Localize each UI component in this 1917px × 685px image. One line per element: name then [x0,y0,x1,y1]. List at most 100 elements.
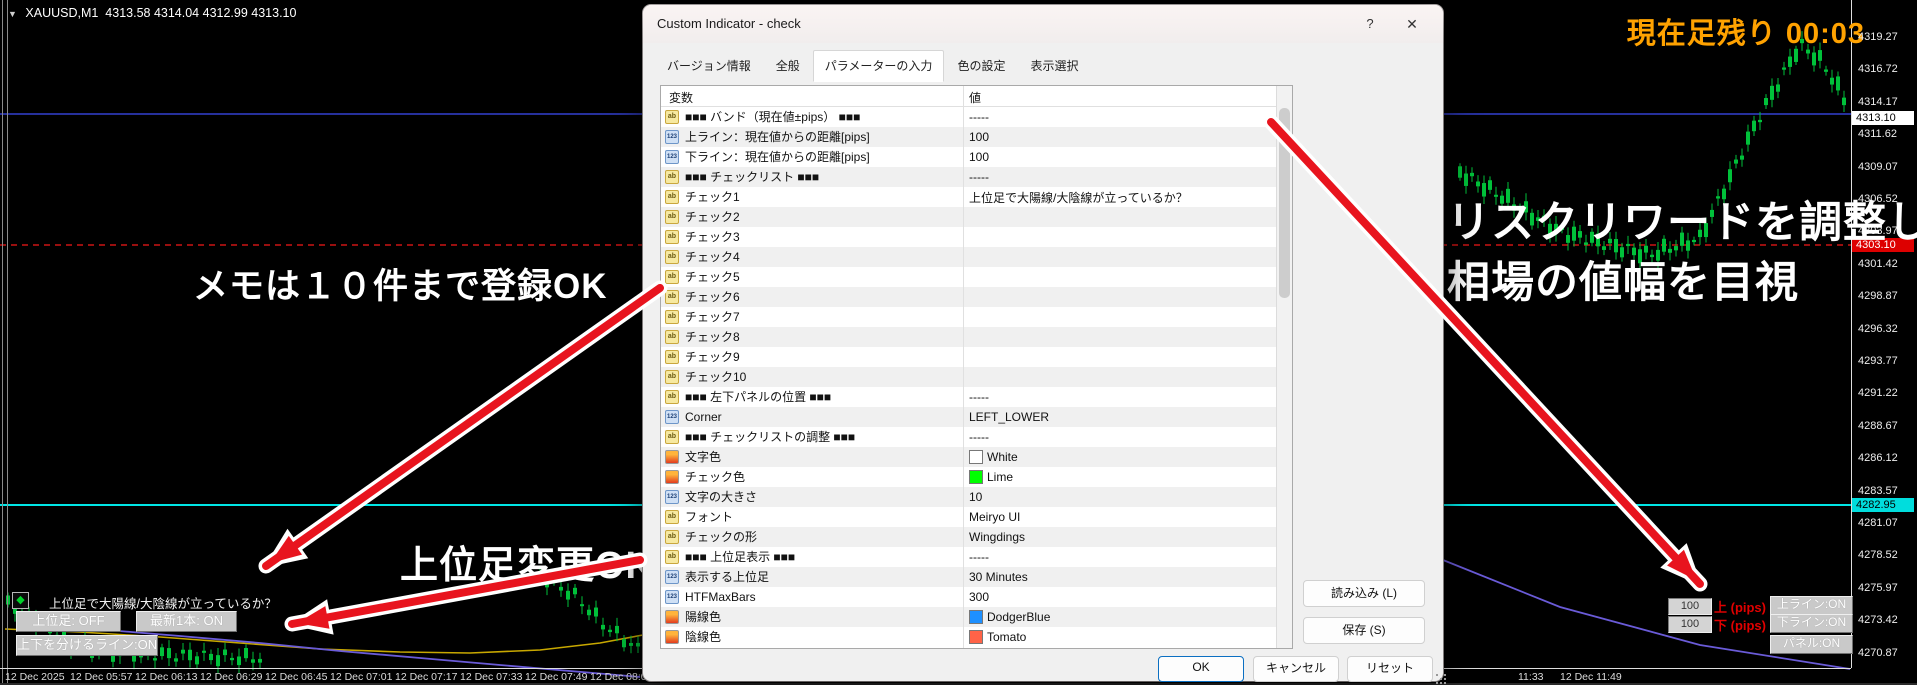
param-value[interactable]: LEFT_LOWER [969,407,1049,427]
ab-param-icon: ab [665,230,679,244]
param-row[interactable]: 123表示する上位足30 Minutes [661,567,1277,587]
param-row[interactable]: ab チェック10 [661,367,1277,387]
param-row[interactable]: abチェック9 [661,347,1277,367]
color-swatch [969,450,983,464]
ok-button[interactable]: OK [1158,656,1244,682]
param-value[interactable]: Meiryo UI [969,507,1020,527]
param-value[interactable]: 上位足で大陽線/大陰線が立っているか？ [969,187,1188,207]
param-value[interactable]: Tomato [969,627,1026,647]
candle-countdown-timer: 現在足残り 00:03 [1627,10,1865,52]
param-value[interactable]: Lime [969,467,1013,487]
param-value[interactable]: DodgerBlue [969,607,1050,627]
right-panel-button-3[interactable]: パネル:ON [1770,635,1853,654]
checklist-checkbox[interactable]: ◆ [12,592,29,609]
param-name: チェック1 [685,187,740,207]
param-row[interactable]: ab■■■ 上位足表示 ■■■----- [661,547,1277,567]
param-row[interactable]: チェック色Lime [661,467,1277,487]
left-panel-button-1[interactable]: 上位足: OFF [16,611,121,632]
param-row[interactable]: 文字色 White [661,447,1277,467]
param-value[interactable]: ----- [969,167,989,187]
param-name: 陰線色 [685,627,721,647]
cancel-button[interactable]: キャンセル [1253,656,1339,682]
column-divider [963,86,964,648]
param-name: チェック4 [685,247,740,267]
param-name: チェック6 [685,287,740,307]
param-value[interactable]: 10 [969,487,982,507]
123-param-icon: 123 [665,570,679,584]
parameter-rows: ab■■■ バンド（現在値±pips） ■■■----- 123 上ライン：現在値か… [661,107,1277,647]
dialog-title: Custom Indicator - check [657,16,801,31]
param-row[interactable]: abチェック6 [661,287,1277,307]
symbol-name: XAUUSD,M1 [25,6,98,20]
ab-param-icon: ab [665,530,679,544]
param-value[interactable]: 100 [969,147,989,167]
param-value[interactable]: ----- [969,107,989,127]
param-row[interactable]: ab チェック4 [661,247,1277,267]
color-swatch [969,630,983,644]
help-icon[interactable]: ? [1359,13,1381,35]
tab-パラメーターの入力[interactable]: パラメーターの入力 [813,50,945,82]
load-button[interactable]: 読み込み (L) [1303,580,1425,607]
param-row[interactable]: abチェックの形Wingdings [661,527,1277,547]
param-row[interactable]: 123上ライン：現在値からの距離[pips]100 [661,127,1277,147]
param-value[interactable]: 30 Minutes [969,567,1028,587]
ab-param-icon: ab [665,270,679,284]
param-row[interactable]: 123下ライン：現在値からの距離[pips]100 [661,147,1277,167]
param-name: チェック10 [685,367,746,387]
param-row[interactable]: abチェック7 [661,307,1277,327]
param-row[interactable]: 123文字の大きさ10 [661,487,1277,507]
param-value[interactable]: ----- [969,547,989,567]
lower-pips-input[interactable]: 100 [1668,616,1712,633]
table-scrollbar[interactable] [1276,86,1292,648]
param-row[interactable]: 陽線色DodgerBlue [661,607,1277,627]
tab-表示選択[interactable]: 表示選択 [1018,50,1090,82]
param-row[interactable]: 陰線色 Tomato [661,627,1277,647]
param-row[interactable]: ab チェック5 [661,267,1277,287]
resize-grip[interactable] [1436,674,1438,676]
upper-pips-input[interactable]: 100 [1668,598,1712,615]
price-axis-line [1851,0,1852,668]
param-row[interactable]: ab■■■ 左下パネルの位置 ■■■----- [661,387,1277,407]
param-value[interactable]: White [969,447,1018,467]
reset-button[interactable]: リセット [1347,656,1433,682]
left-panel-button-3[interactable]: 上下を分けるライン:ON [16,635,158,656]
right-panel-button-2[interactable]: 下ライン:ON [1770,614,1853,633]
param-value[interactable]: ----- [969,427,989,447]
param-row[interactable]: abチェック2 [661,207,1277,227]
param-row[interactable]: 123HTFMaxBars300 [661,587,1277,607]
ab-param-icon: ab [665,310,679,324]
right-panel-button-1[interactable]: 上ライン:ON [1770,596,1853,615]
param-value[interactable]: ----- [969,387,989,407]
param-value[interactable]: 300 [969,587,989,607]
param-name: 文字色 [685,447,721,467]
param-row[interactable]: abフォントMeiryo UI [661,507,1277,527]
ab-param-icon: ab [665,370,679,384]
param-value[interactable]: 100 [969,127,989,147]
scrollbar-thumb[interactable] [1279,108,1290,298]
param-value[interactable]: Wingdings [969,527,1025,547]
param-row[interactable]: abチェック3 [661,227,1277,247]
123-param-icon: 123 [665,410,679,424]
ab-param-icon: ab [665,510,679,524]
param-name: 上ライン：現在値からの距離[pips] [685,127,870,147]
chevron-down-icon[interactable]: ▼ [8,9,17,19]
tab-バージョン情報[interactable]: バージョン情報 [655,50,763,82]
param-row[interactable]: ab■■■ チェックリスト ■■■----- [661,167,1277,187]
left-panel-button-2[interactable]: 最新1本: ON [136,611,237,632]
param-name: チェック5 [685,267,740,287]
param-row[interactable]: 123CornerLEFT_LOWER [661,407,1277,427]
parameters-table: 変数 値 ab■■■ バンド（現在値±pips） ■■■----- 123 上ライン… [660,85,1293,649]
ab-param-icon: ab [665,330,679,344]
annotation-memo: メモは１０件まで登録OK [193,258,608,309]
param-row[interactable]: abチェック1上位足で大陽線/大陰線が立っているか？ [661,187,1277,207]
param-row[interactable]: ab■■■ チェックリストの調整 ■■■----- [661,427,1277,447]
table-header-row: 変数 値 [661,86,1292,107]
param-name: ■■■ チェックリストの調整 ■■■ [685,427,855,447]
tab-色の設定[interactable]: 色の設定 [945,50,1017,82]
save-button[interactable]: 保存 (S) [1303,617,1425,644]
tab-全般[interactable]: 全般 [764,50,812,82]
close-icon[interactable]: ✕ [1401,13,1423,35]
ab-param-icon: ab [665,250,679,264]
param-row[interactable]: ab■■■ バンド（現在値±pips） ■■■----- [661,107,1277,127]
param-row[interactable]: abチェック8 [661,327,1277,347]
